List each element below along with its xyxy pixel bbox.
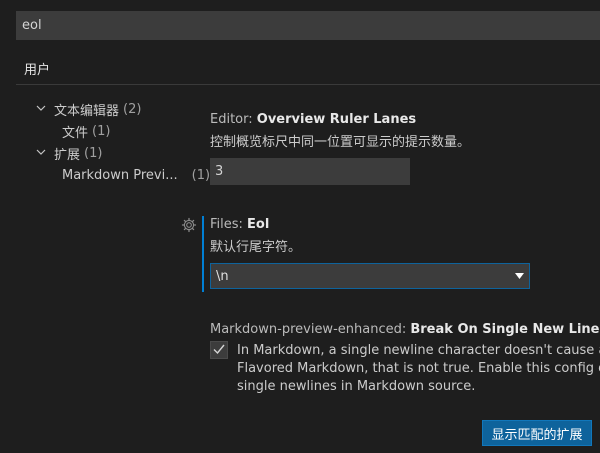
description-line: single newlines in Markdown source.: [237, 379, 476, 394]
eol-select[interactable]: \n: [210, 263, 530, 289]
setting-name: Overview Ruler Lanes: [256, 112, 417, 127]
toc-item-count: (2): [123, 101, 142, 117]
toc-item-count: (1): [92, 123, 111, 139]
input-value: 3: [215, 164, 224, 179]
overview-ruler-lanes-input[interactable]: 3: [210, 158, 410, 185]
settings-toc: 文本编辑器 (2) 文件 (1) 扩展 (1) Markdown Previ..…: [34, 98, 210, 186]
setting-overview-ruler-lanes: Editor: Overview Ruler Lanes 控制概览标尺中同一位置…: [210, 112, 470, 150]
gear-icon[interactable]: [181, 217, 197, 233]
setting-category: Files:: [210, 217, 248, 232]
setting-title: Markdown-preview-enhanced: Break On Sing…: [210, 322, 600, 337]
setting-category: Markdown-preview-enhanced:: [210, 322, 411, 337]
break-on-single-new-line-checkbox[interactable]: [210, 341, 228, 359]
chevron-down-icon: [34, 147, 48, 160]
description-line: In Markdown, a single newline character …: [237, 343, 600, 358]
select-value: \n: [216, 268, 229, 284]
setting-files-eol: Files: Eol 默认行尾字符。: [210, 217, 301, 255]
tab-user[interactable]: 用户: [16, 56, 59, 85]
settings-editor: eol 用户 文本编辑器 (2) 文件 (1) 扩展 (1) Markdown …: [0, 0, 600, 453]
search-input-value: eol: [22, 18, 42, 33]
settings-tabs: 用户: [16, 56, 59, 85]
setting-category: Editor:: [210, 112, 257, 127]
toc-item-text-editor[interactable]: 文本编辑器 (2): [34, 98, 210, 120]
check-icon: [212, 341, 226, 360]
toc-item-label: Markdown Previ...: [62, 167, 178, 183]
tabs-divider: [16, 84, 600, 85]
setting-description: 控制概览标尺中同一位置可显示的提示数量。: [210, 135, 471, 150]
setting-title: Editor: Overview Ruler Lanes: [210, 112, 470, 127]
toc-item-label: 扩展: [54, 147, 81, 163]
setting-name: Break On Single New Line: [410, 322, 600, 337]
setting-break-on-single-new-line: Markdown-preview-enhanced: Break On Sing…: [210, 322, 600, 337]
chevron-down-icon: [34, 103, 48, 116]
toc-item-label: 文件: [62, 125, 89, 141]
setting-name: Eol: [247, 217, 270, 232]
toc-item-markdown-preview[interactable]: Markdown Previ... (1): [34, 164, 210, 186]
show-matching-extensions-button[interactable]: 显示匹配的扩展: [482, 420, 592, 446]
toc-item-count: (1): [84, 145, 103, 161]
setting-title: Files: Eol: [210, 217, 301, 232]
description-line: Flavored Markdown, that is not true. Ena…: [237, 361, 600, 376]
focused-setting-indicator: [202, 216, 204, 292]
toc-item-extensions[interactable]: 扩展 (1): [34, 142, 210, 164]
setting-description: 默认行尾字符。: [210, 240, 302, 255]
toc-item-label: 文本编辑器: [54, 103, 120, 119]
dropdown-arrow-icon: [509, 271, 529, 282]
toc-item-files[interactable]: 文件 (1): [34, 120, 210, 142]
search-input[interactable]: eol: [16, 11, 600, 40]
setting-description: In Markdown, a single newline character …: [237, 342, 600, 396]
toc-item-count: (1): [191, 167, 211, 183]
